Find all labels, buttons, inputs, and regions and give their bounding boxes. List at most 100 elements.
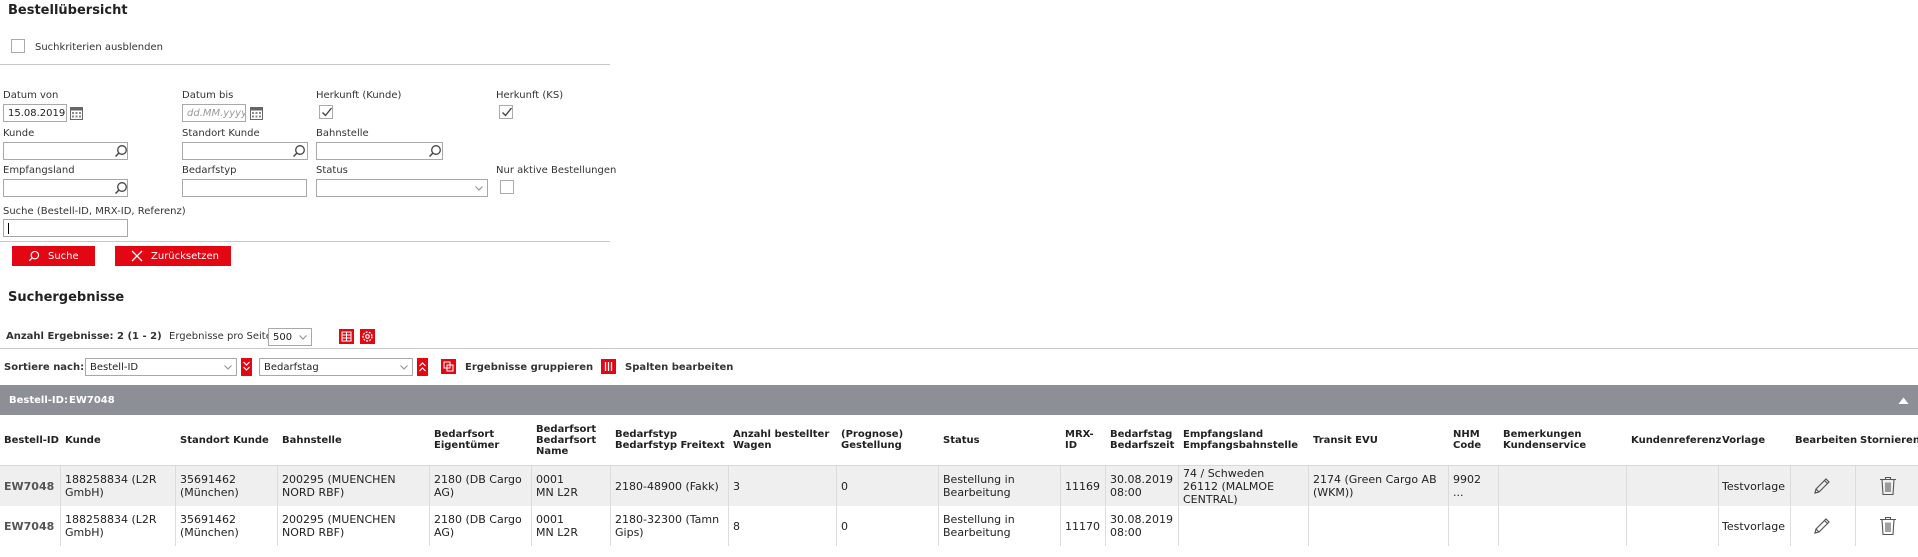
column-header[interactable]: Bahnstelle — [282, 435, 342, 446]
table-cell-text: 2174 (Green Cargo AB — [1313, 473, 1437, 486]
group-results-label[interactable]: Ergebnisse gruppieren — [465, 362, 593, 373]
suche-input[interactable] — [3, 219, 128, 237]
standort-kunde-input[interactable] — [182, 142, 308, 160]
text-cursor — [8, 222, 9, 234]
table-cell-text: NORD RBF) — [282, 486, 345, 499]
group-label: Bestell-ID: — [9, 395, 68, 406]
search-icon[interactable] — [114, 181, 128, 198]
table-cell: 11170 — [1065, 520, 1100, 533]
table-cell-text: 0001 — [536, 473, 564, 486]
herkunft-ks-checkbox[interactable] — [499, 105, 513, 119]
empfangsland-input[interactable] — [3, 179, 128, 197]
column-header[interactable]: Bestell-ID — [4, 435, 59, 446]
excel-export-icon[interactable] — [339, 329, 354, 344]
group-header[interactable]: Bestell-ID: EW7048 — [0, 385, 1918, 415]
nur-aktive-checkbox[interactable] — [500, 180, 514, 194]
datum-bis-input[interactable]: dd.MM.yyyy — [182, 104, 246, 122]
column-divider — [1790, 506, 1791, 546]
table-cell: 8 — [733, 520, 740, 533]
column-header[interactable]: Kundenreferenz — [1631, 435, 1721, 446]
per-page-label: Ergebnisse pro Seite: — [169, 331, 276, 342]
column-header[interactable]: Anzahl bestellter Wagen — [733, 429, 829, 451]
calendar-icon[interactable] — [250, 106, 263, 123]
bedarfstyp-input[interactable] — [182, 179, 307, 197]
column-header-text: (Prognose) — [841, 429, 904, 440]
pencil-icon[interactable] — [1812, 516, 1832, 536]
column-header-text: Status — [943, 434, 980, 446]
table-cell-text: (WKM)) — [1313, 486, 1354, 499]
standort-kunde-label: Standort Kunde — [182, 128, 260, 139]
column-header[interactable]: Bedarfstyp Bedarfstyp Freitext — [615, 429, 725, 451]
calendar-icon[interactable] — [70, 106, 83, 123]
sort-field-1-select[interactable]: Bestell-ID — [85, 358, 237, 376]
search-icon[interactable] — [292, 144, 306, 161]
column-divider — [175, 506, 176, 546]
trash-icon[interactable] — [1879, 516, 1897, 536]
column-header[interactable]: Vorlage — [1722, 435, 1765, 446]
column-divider — [277, 506, 278, 546]
results-count: Anzahl Ergebnisse: 2 (1 - 2) — [6, 331, 162, 342]
table-row[interactable]: EW7048 188258834 (L2R GmbH) 35691462 (Münche… — [0, 466, 1918, 506]
table-cell-text: 2180 (DB Cargo — [434, 473, 522, 486]
check-icon — [322, 107, 333, 117]
table-cell: 0 — [841, 480, 848, 493]
column-header[interactable]: Kunde — [65, 435, 101, 446]
pencil-icon[interactable] — [1812, 476, 1832, 496]
table-cell: 30.08.2019 08:00 — [1110, 513, 1173, 539]
datum-von-input[interactable]: 15.08.2019 — [3, 104, 67, 122]
column-divider — [836, 506, 837, 546]
table-cell-text: 30.08.2019 — [1110, 513, 1173, 526]
column-header[interactable]: Stornieren — [1860, 435, 1918, 446]
table-cell-text: 188258834 (L2R — [65, 473, 157, 486]
column-divider — [1855, 506, 1856, 546]
column-header-text: Bedarfsort — [536, 423, 597, 435]
column-header[interactable]: Status — [943, 435, 980, 446]
suche-button[interactable]: Suche — [12, 246, 95, 266]
column-header[interactable]: NHM Code — [1453, 429, 1481, 451]
column-header-text: Wagen — [733, 440, 772, 451]
column-header-text: Kundenservice — [1503, 440, 1587, 451]
column-header[interactable]: Empfangsland Empfangsbahnstelle — [1183, 429, 1298, 451]
table-cell: 3 — [733, 480, 740, 493]
column-divider — [1060, 466, 1061, 506]
table-cell-text: GmbH) — [65, 526, 104, 539]
group-results-icon[interactable] — [441, 359, 456, 374]
column-header[interactable]: Bedarfsort Eigentümer — [434, 429, 499, 451]
sort-asc-icon[interactable] — [417, 358, 428, 376]
results-title: Suchergebnisse — [8, 290, 125, 305]
column-header[interactable]: Bedarfsort Bedarfsort Name — [536, 424, 596, 457]
edit-columns-icon[interactable] — [601, 359, 616, 374]
column-header[interactable]: Bearbeiten — [1795, 435, 1857, 446]
sort-field-2-value: Bedarfstag — [264, 362, 319, 373]
kunde-input[interactable] — [3, 142, 128, 160]
bahnstelle-input[interactable] — [316, 142, 443, 160]
trash-icon[interactable] — [1879, 476, 1897, 496]
column-header-text: ID — [1065, 440, 1078, 451]
column-header[interactable]: MRX- ID — [1065, 429, 1094, 451]
column-header[interactable]: Standort Kunde — [180, 435, 269, 446]
zuruecksetzen-button[interactable]: Zurücksetzen — [115, 246, 231, 266]
table-cell-text: EW7048 — [4, 519, 55, 533]
search-icon[interactable] — [428, 144, 442, 161]
column-header[interactable]: (Prognose) Gestellung — [841, 429, 903, 451]
sort-field-2-select[interactable]: Bedarfstag — [259, 358, 413, 376]
search-icon[interactable] — [114, 144, 128, 161]
hide-criteria-checkbox[interactable] — [11, 39, 25, 53]
settings-icon[interactable] — [360, 329, 375, 344]
column-header[interactable]: Bedarfstag Bedarfszeit — [1110, 429, 1174, 451]
status-select[interactable] — [316, 179, 488, 197]
column-header-text: Bedarfsort — [536, 434, 597, 446]
column-header-text: Vorlage — [1722, 434, 1766, 446]
herkunft-kunde-checkbox[interactable] — [319, 105, 333, 119]
column-header[interactable]: Transit EVU — [1313, 435, 1378, 446]
sort-label: Sortiere nach: — [4, 362, 85, 373]
table-cell-text: GmbH) — [65, 486, 104, 499]
table-row[interactable]: EW7048 188258834 (L2R GmbH) 35691462 (Münche… — [0, 506, 1918, 546]
per-page-select[interactable]: 500 — [268, 328, 312, 346]
column-divider — [1308, 506, 1309, 546]
chevron-down-icon — [475, 186, 483, 191]
column-header-text: Bedarfstyp Freitext — [615, 440, 725, 451]
edit-columns-label[interactable]: Spalten bearbeiten — [625, 362, 733, 373]
column-header[interactable]: Bemerkungen Kundenservice — [1503, 429, 1586, 451]
sort-desc-icon[interactable] — [241, 358, 252, 376]
